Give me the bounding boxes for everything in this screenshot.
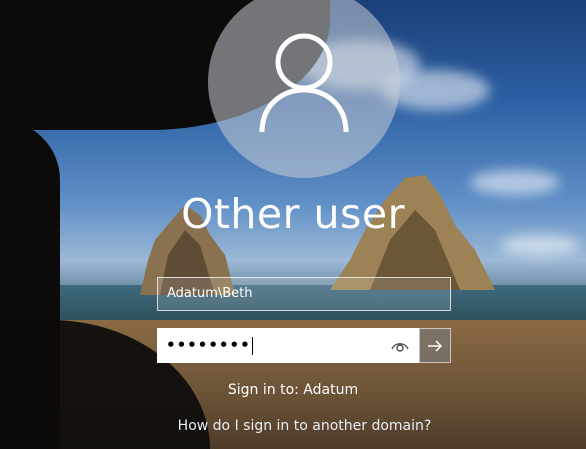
sign-in-domain-label: Sign in to: Adatum bbox=[227, 382, 359, 398]
other-domain-help-link[interactable]: How do I sign in to another domain? bbox=[0, 418, 586, 434]
username-value: Adatum\Beth bbox=[167, 286, 253, 301]
username-field[interactable]: Adatum\Beth bbox=[157, 277, 451, 311]
submit-button[interactable] bbox=[419, 328, 451, 363]
arrow-right-icon bbox=[428, 339, 443, 352]
password-field[interactable]: •••••••• bbox=[157, 328, 419, 363]
user-avatar-icon bbox=[259, 33, 349, 133]
eye-icon[interactable] bbox=[391, 338, 409, 354]
text-caret bbox=[251, 336, 253, 355]
password-mask: •••••••• bbox=[166, 336, 253, 355]
password-row: •••••••• bbox=[157, 328, 451, 363]
display-name-title: Other user bbox=[181, 190, 405, 238]
